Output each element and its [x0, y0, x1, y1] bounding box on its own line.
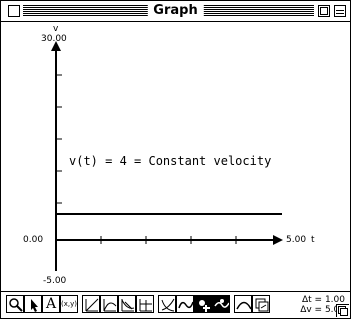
x-max-label: 5.00 — [286, 235, 307, 245]
line-tool[interactable] — [82, 295, 100, 313]
text-tool[interactable]: A — [42, 295, 60, 313]
point-add-tool[interactable] — [194, 295, 212, 313]
graph-window: Graph v 30.00 0.00 -5.00 5.00 t v(t) = 4… — [0, 0, 351, 319]
point-move-tool[interactable] — [212, 295, 230, 313]
copy-graph-tool[interactable] — [252, 295, 270, 313]
x-axis-label: t — [311, 235, 315, 245]
y-axis-label: v — [53, 24, 59, 34]
derivative-tool[interactable] — [158, 295, 176, 313]
tool-palette: A (x,y) Δt = 1.00 Δv = 5.00 — [1, 291, 350, 318]
smooth-curve-tool[interactable] — [234, 295, 252, 313]
window-title: Graph — [147, 2, 204, 20]
magnify-tool[interactable] — [6, 295, 24, 313]
zoom-box-button[interactable] — [318, 5, 330, 17]
curve-icon — [103, 299, 117, 312]
magnifier-icon — [9, 298, 23, 312]
title-bar[interactable]: Graph — [1, 1, 350, 22]
y-min-label: -5.00 — [43, 276, 67, 286]
slope-tool[interactable] — [118, 295, 136, 313]
area-icon — [139, 299, 152, 312]
slope-icon — [121, 299, 135, 312]
equation-text: v(t) = 4 = Constant velocity — [69, 154, 272, 168]
derivative-icon — [161, 298, 175, 312]
arrow-tool[interactable] — [24, 295, 42, 313]
move-point-icon — [214, 299, 229, 308]
resize-box[interactable] — [336, 304, 349, 317]
x-axis-arrowhead — [273, 235, 283, 245]
copy-graph-icon — [255, 298, 269, 312]
wave-icon — [178, 301, 193, 309]
y-zero-label: 0.00 — [23, 235, 44, 245]
curve-tool[interactable] — [100, 295, 118, 313]
wave-tool[interactable] — [176, 295, 194, 313]
close-box-button[interactable] — [8, 5, 20, 17]
add-point-icon — [199, 300, 210, 312]
area-tool[interactable] — [136, 295, 154, 313]
smooth-curve-icon — [236, 301, 251, 310]
collapse-box-button[interactable] — [334, 5, 346, 17]
graph-plot-area[interactable]: v 30.00 0.00 -5.00 5.00 t v(t) = 4 = Con… — [1, 23, 350, 291]
text-tool-label: A — [45, 296, 57, 312]
xy-tool-label: (x,y) — [61, 300, 77, 308]
y-max-label: 30.00 — [41, 34, 67, 44]
line-icon — [85, 298, 99, 312]
xy-readout-tool[interactable]: (x,y) — [60, 295, 78, 313]
arrow-cursor-icon — [31, 299, 38, 312]
